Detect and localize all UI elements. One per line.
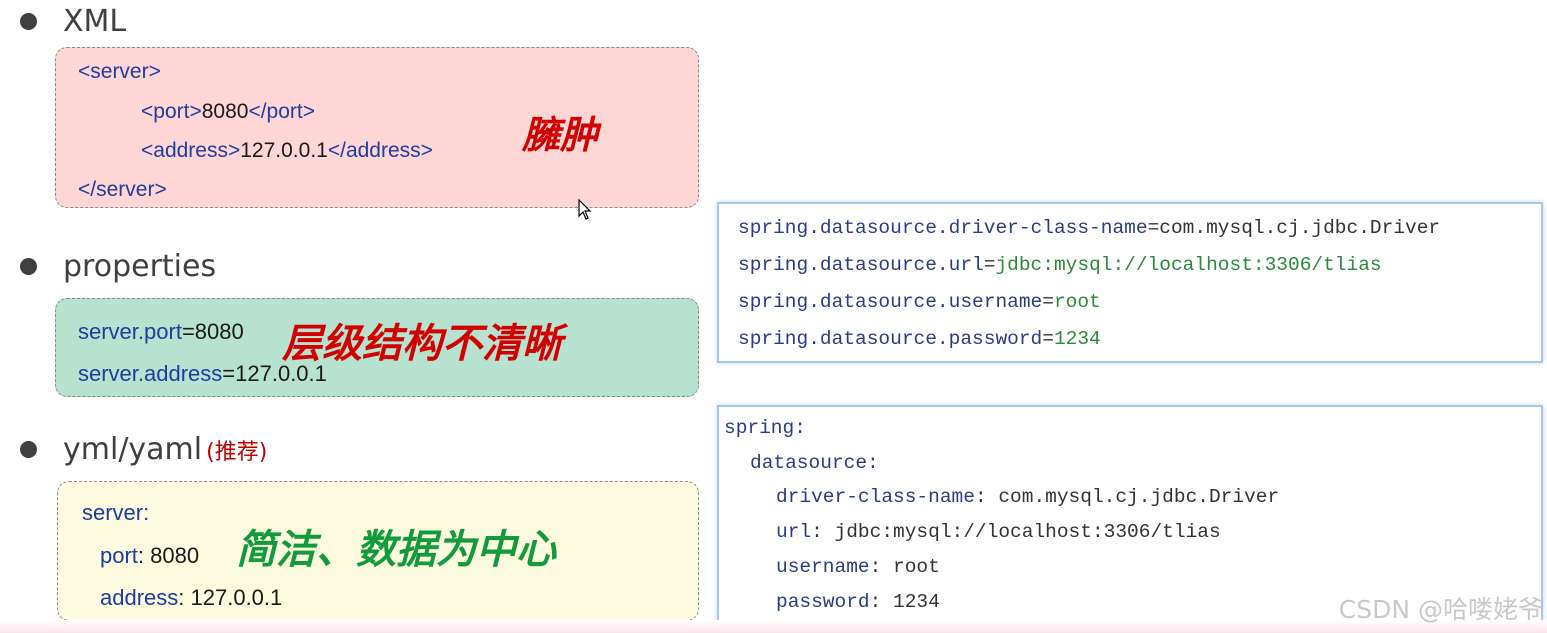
mouse-cursor-icon — [578, 199, 592, 220]
xml-bullet-row: XML — [20, 4, 126, 39]
xml-note-bloated: 臃肿 — [522, 113, 599, 157]
properties-code-row: spring.datasource.username=root — [738, 291, 1101, 313]
bottom-decor-band — [0, 620, 1547, 633]
xml-line-server-open: <server> — [78, 60, 161, 83]
yml-line-server: server: — [82, 500, 150, 525]
yml-note-concise-data-centric: 简洁、数据为中心 — [236, 527, 556, 573]
properties-line-port: server.port=8080 — [78, 319, 244, 344]
properties-code-row: spring.datasource.driver-class-name=com.… — [738, 217, 1441, 239]
bullet-dot — [20, 13, 37, 30]
yml-bullet-row: yml/yaml (推荐) — [20, 432, 267, 467]
yml-heading: yml/yaml — [63, 432, 203, 467]
properties-code-panel: spring.datasource.driver-class-name=com.… — [717, 202, 1543, 363]
yml-line-address: address: 127.0.0.1 — [100, 585, 283, 610]
xml-line-port: <port>8080</port> — [141, 100, 315, 123]
yml-code-driver: driver-class-name: com.mysql.cj.jdbc.Dri… — [776, 486, 1280, 508]
bullet-dot — [20, 258, 37, 275]
properties-code-row: spring.datasource.password=1234 — [738, 328, 1101, 350]
xml-line-address: <address>127.0.0.1</address> — [141, 139, 433, 162]
yml-code-url: url: jdbc:mysql://localhost:3306/tlias — [776, 521, 1221, 543]
yml-recommended-label: (推荐) — [206, 439, 268, 465]
xml-line-server-close: </server> — [78, 178, 167, 201]
yml-line-port: port: 8080 — [100, 543, 200, 568]
xml-heading: XML — [63, 4, 127, 39]
yml-code-spring: spring: — [724, 417, 806, 439]
properties-code-row: spring.datasource.url=jdbc:mysql://local… — [738, 254, 1382, 276]
properties-bullet-row: properties — [20, 249, 216, 284]
xml-example-box: <server> <port>8080</port> <address>127.… — [55, 47, 699, 208]
yml-code-password: password: 1234 — [776, 591, 940, 613]
yml-code-datasource: datasource: — [750, 452, 879, 474]
properties-heading: properties — [63, 249, 217, 284]
bullet-dot — [20, 441, 37, 458]
properties-note-unclear-hierarchy: 层级结构不清晰 — [282, 321, 562, 367]
yml-code-username: username: root — [776, 556, 940, 578]
csdn-watermark: CSDN @哈喽姥爷 — [1338, 595, 1543, 624]
